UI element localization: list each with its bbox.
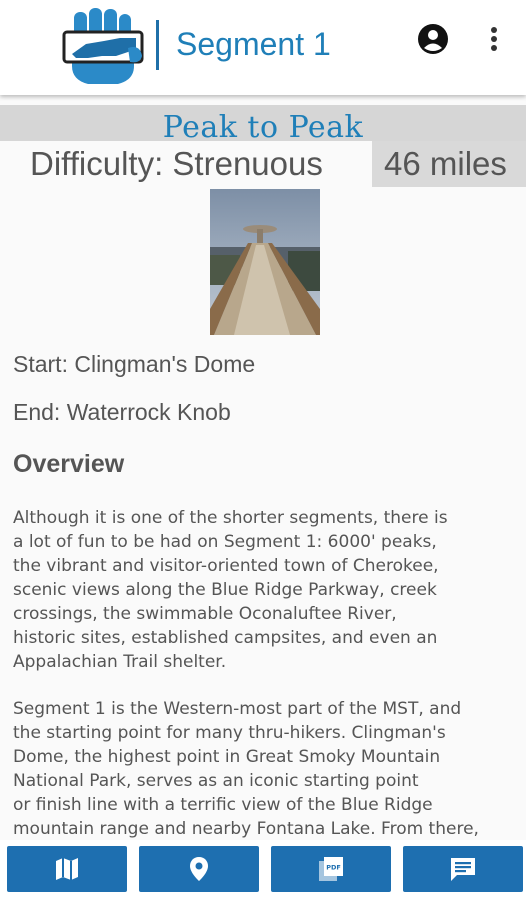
- account-circle-icon[interactable]: [417, 23, 449, 55]
- segment-name: Peak to Peak: [162, 110, 364, 145]
- bottom-nav: PDF: [0, 840, 526, 900]
- overview-paragraph: Segment 1 is the Western-most part of th…: [13, 699, 479, 839]
- map-icon: [56, 858, 78, 880]
- app-bar: Segment 1: [0, 0, 526, 95]
- distance-value: 46 miles: [384, 145, 507, 182]
- segment-name-band: Peak to Peak: [0, 105, 526, 145]
- clingmans-dome-photo[interactable]: [210, 189, 320, 335]
- svg-text:PDF: PDF: [326, 864, 341, 872]
- nc-state-hand-logo-icon[interactable]: [58, 8, 150, 86]
- distance-badge: 46 miles: [372, 141, 526, 187]
- start-location: Start: Clingman's Dome: [13, 351, 256, 377]
- pdf-button[interactable]: PDF: [271, 846, 391, 892]
- page-title: Segment 1: [176, 26, 331, 62]
- overview-paragraph: Although it is one of the shorter segmen…: [13, 508, 448, 672]
- segment-detail: Peak to Peak Difficulty: Strenuous 46 mi…: [0, 95, 526, 840]
- location-pin-icon: [190, 857, 208, 881]
- logo-divider: [156, 20, 159, 70]
- more-vert-icon[interactable]: [482, 24, 506, 54]
- difficulty-label: Difficulty: Strenuous: [30, 145, 323, 182]
- map-button[interactable]: [7, 846, 127, 892]
- overview-heading: Overview: [13, 450, 125, 478]
- pdf-icon: PDF: [319, 857, 343, 881]
- end-location: End: Waterrock Knob: [13, 399, 231, 425]
- message-icon: [451, 858, 475, 881]
- message-button[interactable]: [403, 846, 523, 892]
- location-button[interactable]: [139, 846, 259, 892]
